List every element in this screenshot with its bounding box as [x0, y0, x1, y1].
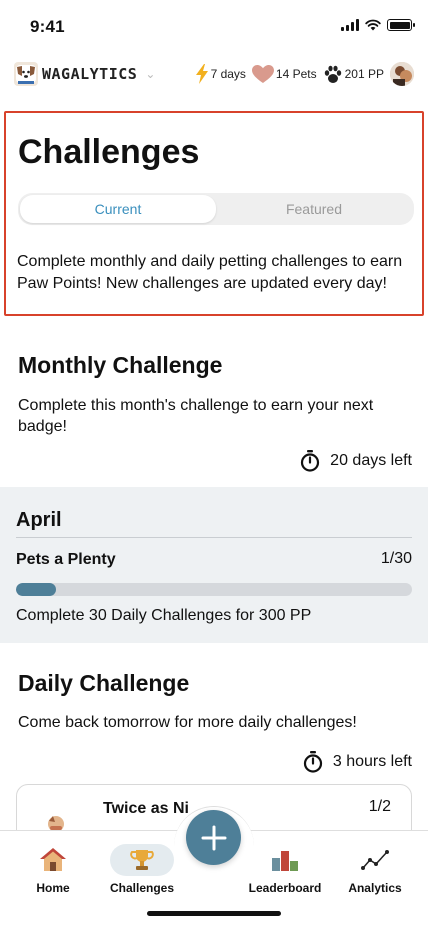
home-indicator — [147, 911, 281, 916]
active-tab-indicator — [110, 844, 174, 876]
tab-leaderboard[interactable]: Leaderboard — [243, 843, 327, 895]
challenge-month: April — [16, 509, 62, 531]
wifi-icon — [365, 19, 381, 31]
app-switcher[interactable]: WAGALYTICS ⌄ — [14, 62, 155, 86]
add-button[interactable] — [186, 810, 241, 865]
tab-challenges-label: Challenges — [109, 881, 175, 895]
monthly-challenge-count: 1/30 — [380, 550, 412, 567]
challenge-tabs: Current Featured — [18, 193, 414, 225]
monthly-challenge-title: Monthly Challenge — [18, 352, 223, 378]
lightning-icon — [195, 64, 208, 84]
tab-challenges[interactable]: Challenges — [100, 843, 184, 895]
pets-stat: 14 Pets — [251, 64, 317, 84]
chevron-down-icon: ⌄ — [145, 67, 156, 81]
challenges-description: Complete monthly and daily petting chall… — [17, 253, 403, 292]
tab-home[interactable]: Home — [11, 843, 95, 895]
page-title: Challenges — [18, 133, 200, 171]
monthly-time-left-text: 20 days left — [330, 452, 412, 469]
divider — [16, 537, 412, 538]
points-stat: 201 PP — [323, 65, 384, 84]
daily-challenge-title: Daily Challenge — [18, 670, 190, 696]
streak-value: 7 days — [210, 67, 246, 81]
paw-icon — [324, 65, 341, 83]
profile-avatar[interactable] — [390, 62, 414, 86]
points-value: 201 PP — [344, 67, 384, 81]
leaderboard-icon — [272, 851, 298, 871]
app-header: WAGALYTICS ⌄ 7 days 14 Pets 201 PP — [0, 58, 428, 94]
monthly-challenge-reward: Complete 30 Daily Challenges for 300 PP — [16, 607, 312, 624]
monthly-progress-fill — [16, 583, 56, 596]
daily-time-left: 3 hours left — [303, 751, 412, 773]
tab-analytics-label: Analytics — [348, 881, 402, 895]
tab-analytics[interactable]: Analytics — [333, 843, 417, 895]
plus-icon — [201, 825, 226, 850]
battery-icon — [387, 19, 415, 31]
dog-logo-icon — [14, 62, 38, 86]
tab-featured[interactable]: Featured — [216, 195, 412, 223]
monthly-progress-bar — [16, 583, 412, 596]
tab-current[interactable]: Current — [20, 195, 216, 223]
daily-challenge-description: Come back tomorrow for more daily challe… — [18, 714, 357, 731]
streak-stat: 7 days — [195, 64, 246, 84]
heart-icon — [251, 64, 274, 83]
app-name: WAGALYTICS — [42, 65, 138, 83]
daily-time-left-text: 3 hours left — [332, 753, 412, 770]
home-icon — [40, 848, 66, 871]
status-icons — [341, 19, 415, 31]
monthly-time-left: 20 days left — [300, 450, 412, 472]
monthly-challenge-name: Pets a Plenty — [16, 551, 116, 568]
tab-home-label: Home — [36, 881, 70, 895]
pets-value: 14 Pets — [275, 67, 317, 81]
header-stats: 7 days 14 Pets 201 PP — [193, 62, 414, 86]
stopwatch-icon — [301, 450, 320, 472]
status-bar: 9:41 — [0, 0, 428, 52]
daily-challenge-name: Twice as Ni — [103, 800, 189, 817]
tab-leaderboard-label: Leaderboard — [248, 881, 322, 895]
cellular-signal-icon — [341, 19, 359, 31]
monthly-challenge-card[interactable]: April Pets a Plenty 1/30 Complete 30 Dai… — [0, 487, 428, 643]
status-time: 9:41 — [30, 17, 65, 36]
stopwatch-icon — [303, 751, 322, 773]
monthly-challenge-description: Complete this month's challenge to earn … — [18, 397, 374, 435]
daily-challenge-count: 1/2 — [368, 798, 391, 815]
analytics-icon — [361, 850, 389, 870]
trophy-icon — [130, 850, 154, 870]
challenges-intro-section: Challenges Current Featured Complete mon… — [4, 111, 424, 316]
